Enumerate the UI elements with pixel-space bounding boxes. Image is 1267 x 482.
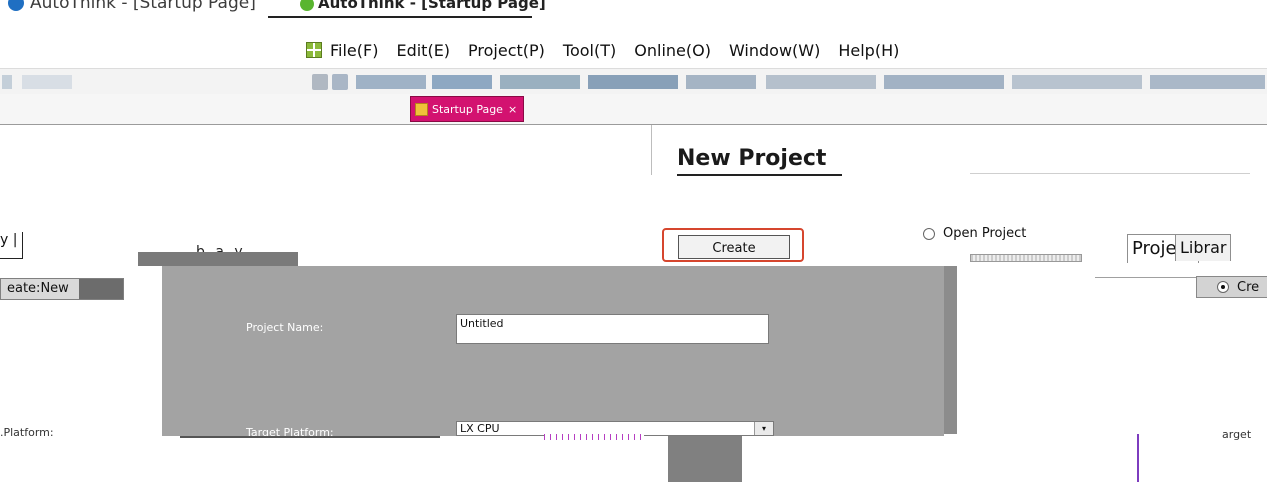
toolbar-fragment xyxy=(500,75,580,89)
chevron-down-icon[interactable]: ▾ xyxy=(754,422,773,435)
background-window-title: AutoThink - [Startup Page] xyxy=(8,0,256,13)
toolbar-fragment xyxy=(2,75,12,89)
page-icon xyxy=(415,102,428,116)
heading-divider xyxy=(970,173,1250,174)
target-platform-value: LX CPU xyxy=(460,422,500,435)
background-title-text: AutoThink - [Startup Page] xyxy=(30,0,256,13)
menu-window[interactable]: Window(W) xyxy=(729,41,820,60)
toolbar-fragment xyxy=(356,75,426,89)
toolbar-fragment xyxy=(432,75,492,89)
toolbar-fragment xyxy=(22,75,72,89)
window-title-text: AutoThink - [Startup Page] xyxy=(318,0,546,12)
toolbar-fragment xyxy=(686,75,756,89)
create-new-option[interactable]: Cre xyxy=(1196,276,1267,298)
toolbar-fragment xyxy=(1012,75,1142,89)
close-icon[interactable]: × xyxy=(508,103,517,116)
menu-online[interactable]: Online(O) xyxy=(634,41,711,60)
title-divider xyxy=(268,16,532,18)
create-new-text: eate:New xyxy=(7,281,69,296)
window-title: AutoThink - [Startup Page] xyxy=(300,0,546,12)
pane-divider xyxy=(651,125,652,175)
toolbar-fragment xyxy=(588,75,678,89)
new-icon[interactable] xyxy=(312,74,328,90)
platform-fragment: .Platform: xyxy=(0,426,54,439)
vertical-marker xyxy=(1137,434,1139,482)
radio-selected-icon[interactable] xyxy=(1217,281,1229,293)
app-logo-icon xyxy=(300,0,314,11)
open-project-label: Open Project xyxy=(943,226,1027,241)
menu-edit[interactable]: Edit(E) xyxy=(396,41,450,60)
project-name-label: Project Name: xyxy=(246,321,324,334)
app-logo-icon xyxy=(8,0,24,11)
menu-tool[interactable]: Tool(T) xyxy=(563,41,616,60)
dialog-edge xyxy=(944,266,957,434)
tab-label: Startup Page xyxy=(432,102,503,116)
left-selector-fragment[interactable]: y | xyxy=(0,232,23,259)
project-name-input[interactable]: Untitled xyxy=(456,314,769,344)
open-button-fragment[interactable] xyxy=(970,254,1082,262)
dialog-header-strip xyxy=(138,252,298,266)
render-artifact xyxy=(544,434,644,440)
new-project-dialog xyxy=(162,266,944,436)
toolbar-fragment xyxy=(766,75,876,89)
new-project-heading: New Project xyxy=(677,146,827,171)
radio-icon[interactable] xyxy=(923,227,935,240)
toolbar-fragment xyxy=(884,75,1004,89)
create-highlight: Create xyxy=(662,228,804,262)
menu-project[interactable]: Project(P) xyxy=(468,41,545,60)
app-menu-icon[interactable] xyxy=(306,42,322,58)
target-fragment: arget xyxy=(1222,428,1252,441)
menu-bar: File(F) Edit(E) Project(P) Tool(T) Onlin… xyxy=(306,38,917,62)
tab-library[interactable]: Librar xyxy=(1175,234,1232,261)
tab-startup-page[interactable]: Startup Page × xyxy=(410,96,525,122)
toolbar-fragment xyxy=(1150,75,1265,89)
create-option-label: Cre xyxy=(1237,279,1260,295)
divider-line xyxy=(180,436,440,438)
toolbar xyxy=(0,68,1267,96)
open-project-option[interactable]: Open Project xyxy=(923,226,1026,241)
create-new-shadow xyxy=(79,279,123,299)
menu-help[interactable]: Help(H) xyxy=(838,41,899,60)
open-icon[interactable] xyxy=(332,74,348,90)
create-button[interactable]: Create xyxy=(678,235,790,259)
heading-underline xyxy=(677,174,842,176)
dialog-shadow xyxy=(668,434,742,482)
document-tab-strip xyxy=(0,94,1267,125)
menu-file[interactable]: File(F) xyxy=(330,41,378,60)
create-new-fragment[interactable]: eate:New xyxy=(0,278,124,300)
